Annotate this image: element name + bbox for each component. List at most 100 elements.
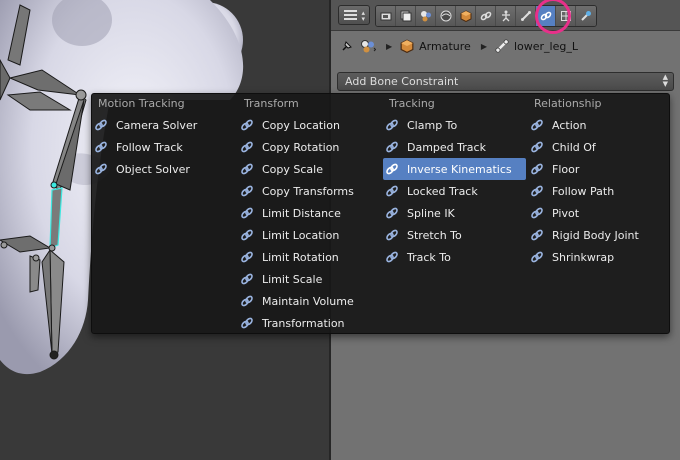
object-tab[interactable]	[456, 6, 476, 26]
menu-item-label: Limit Rotation	[262, 250, 339, 264]
constraint-link-icon	[386, 141, 398, 153]
menu-item-stretch-to[interactable]: Stretch To	[383, 224, 528, 246]
menu-item-limit-distance[interactable]: Limit Distance	[238, 202, 383, 224]
menu-item-label: Spline IK	[407, 206, 455, 220]
menu-item-label: Stretch To	[407, 228, 462, 242]
menu-item-label: Action	[552, 118, 587, 132]
cube-icon	[400, 39, 414, 53]
constraint-link-icon	[531, 141, 543, 153]
grid-icon	[560, 11, 571, 21]
menu-item-limit-rotation[interactable]: Limit Rotation	[238, 246, 383, 268]
constraint-link-icon	[386, 163, 398, 175]
menu-item-clamp-to[interactable]: Clamp To	[383, 114, 528, 136]
menu-item-label: Child Of	[552, 140, 596, 154]
menu-item-copy-rotation[interactable]: Copy Rotation	[238, 136, 383, 158]
menu-item-label: Copy Scale	[262, 162, 323, 176]
menu-item-label: Transformation	[262, 316, 345, 330]
constraint-link-icon	[241, 207, 253, 219]
menu-item-follow-path[interactable]: Follow Path	[528, 180, 669, 202]
add-bone-constraint-button[interactable]: Add Bone Constraint ▲ ▼	[337, 72, 674, 91]
chain-link-icon	[480, 11, 491, 21]
render-tab[interactable]	[376, 6, 396, 26]
constraint-link-icon	[241, 141, 253, 153]
modifiers-tab[interactable]	[556, 6, 576, 26]
constraint-link-icon	[241, 163, 253, 175]
constraint-link-icon	[386, 185, 398, 197]
editor-type-icon	[344, 10, 357, 20]
menu-item-label: Follow Track	[116, 140, 183, 154]
scene-icon	[420, 11, 431, 22]
menu-item-follow-track[interactable]: Follow Track	[92, 136, 238, 158]
menu-item-spline-ik[interactable]: Spline IK	[383, 202, 528, 224]
object-data-tab[interactable]	[496, 6, 516, 26]
menu-item-floor[interactable]: Floor	[528, 158, 669, 180]
menu-item-label: Clamp To	[407, 118, 458, 132]
bone-constraints-tab[interactable]	[536, 6, 556, 26]
add-bone-constraint-label: Add Bone Constraint	[345, 75, 459, 88]
constraint-link-icon	[95, 163, 107, 175]
armature-icon	[501, 10, 510, 22]
properties-header: ▴ ▾	[331, 0, 680, 34]
constraint-link-icon	[241, 295, 253, 307]
menu-item-copy-scale[interactable]: Copy Scale	[238, 158, 383, 180]
editor-type-button[interactable]: ▴ ▾	[338, 5, 370, 25]
menu-item-inverse-kinematics[interactable]: Inverse Kinematics	[383, 158, 526, 180]
constraint-link-icon	[386, 251, 398, 263]
menu-item-label: Shrinkwrap	[552, 250, 615, 264]
menu-item-label: Damped Track	[407, 140, 486, 154]
menu-column-heading: Relationship	[534, 97, 602, 110]
menu-item-camera-solver[interactable]: Camera Solver	[92, 114, 238, 136]
menu-item-rigid-body-joint[interactable]: Rigid Body Joint	[528, 224, 669, 246]
render-layers-tab[interactable]	[396, 6, 416, 26]
menu-item-label: Copy Transforms	[262, 184, 354, 198]
constraint-link-icon	[95, 119, 107, 131]
pin-icon[interactable]	[340, 39, 354, 53]
menu-column-heading: Tracking	[389, 97, 435, 110]
world-tab[interactable]	[436, 6, 456, 26]
constraint-link-icon	[241, 229, 253, 241]
updown-arrows-icon: ▲ ▼	[662, 73, 668, 88]
menu-item-shrinkwrap[interactable]: Shrinkwrap	[528, 246, 669, 268]
menu-item-maintain-volume[interactable]: Maintain Volume	[238, 290, 383, 312]
menu-item-object-solver[interactable]: Object Solver	[92, 158, 238, 180]
menu-item-pivot[interactable]: Pivot	[528, 202, 669, 224]
menu-item-action[interactable]: Action	[528, 114, 669, 136]
menu-item-limit-scale[interactable]: Limit Scale	[238, 268, 383, 290]
scene-tab[interactable]	[416, 6, 436, 26]
menu-column-heading: Motion Tracking	[98, 97, 185, 110]
menu-item-label: Limit Location	[262, 228, 340, 242]
menu-item-transformation[interactable]: Transformation	[238, 312, 383, 334]
object-constraints-tab[interactable]	[476, 6, 496, 26]
menu-item-damped-track[interactable]: Damped Track	[383, 136, 528, 158]
menu-item-label: Copy Rotation	[262, 140, 340, 154]
menu-item-locked-track[interactable]: Locked Track	[383, 180, 528, 202]
constraint-link-icon	[241, 185, 253, 197]
menu-item-track-to[interactable]: Track To	[383, 246, 528, 268]
updown-arrows-icon: ▴ ▾	[361, 9, 365, 23]
menu-item-label: Maintain Volume	[262, 294, 354, 308]
menu-item-label: Floor	[552, 162, 580, 176]
constraint-link-icon	[95, 141, 107, 153]
menu-item-copy-location[interactable]: Copy Location	[238, 114, 383, 136]
constraint-link-icon	[241, 273, 253, 285]
breadcrumb-separator: ▶	[386, 41, 393, 51]
menu-item-label: Locked Track	[407, 184, 478, 198]
constraint-link-icon	[386, 119, 398, 131]
menu-item-label: Limit Scale	[262, 272, 323, 286]
constraint-link-icon	[386, 229, 398, 241]
bone-icon	[520, 11, 531, 21]
menu-item-label: Limit Distance	[262, 206, 341, 220]
menu-item-label: Follow Path	[552, 184, 615, 198]
menu-item-child-of[interactable]: Child Of	[528, 136, 669, 158]
menu-item-copy-transforms[interactable]: Copy Transforms	[238, 180, 383, 202]
bone-tab[interactable]	[516, 6, 536, 26]
menu-column-heading: Transform	[244, 97, 299, 110]
physics-tab[interactable]	[576, 6, 596, 26]
cube-icon	[460, 10, 471, 22]
menu-item-limit-location[interactable]: Limit Location	[238, 224, 383, 246]
physics-icon	[581, 11, 591, 21]
properties-panel-area	[331, 337, 680, 460]
constraint-link-icon	[531, 185, 543, 197]
constraint-link-icon	[241, 317, 253, 329]
constraint-link-icon	[531, 163, 543, 175]
